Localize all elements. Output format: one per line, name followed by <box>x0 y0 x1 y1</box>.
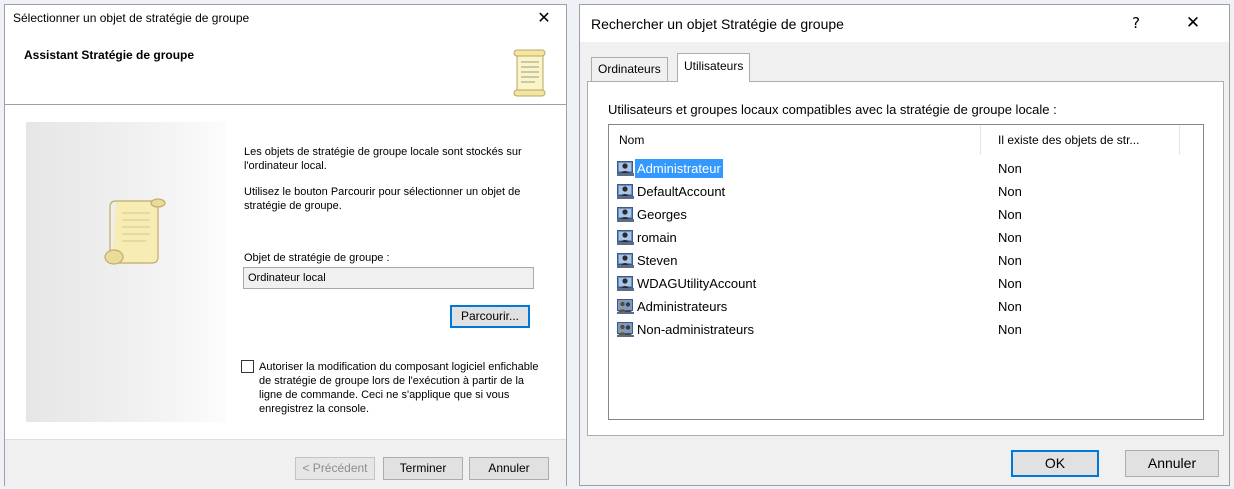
wizard-body: Les objets de stratégie de groupe locale… <box>5 105 566 439</box>
browse-button[interactable]: Parcourir... <box>450 305 530 328</box>
ok-button[interactable]: OK <box>1011 450 1099 477</box>
group-icon <box>617 298 634 314</box>
wizard-header-title: Assistant Stratégie de groupe <box>24 48 195 62</box>
info-text-storage: Les objets de stratégie de groupe locale… <box>244 146 522 172</box>
list-item[interactable]: romain Non <box>609 226 1203 249</box>
list-item-gpo-exists: Non <box>998 184 1022 199</box>
user-icon <box>617 183 634 199</box>
tab-utilisateurs[interactable]: Utilisateurs <box>677 53 751 82</box>
gpo-label: Objet de stratégie de groupe : <box>244 252 390 264</box>
allow-edit-checkbox[interactable] <box>241 360 254 373</box>
search-gpo-dialog: Rechercher un objet Stratégie de groupe … <box>579 4 1230 486</box>
info-text-browse: Utilisez le bouton Parcourir pour sélect… <box>244 186 521 212</box>
list-item-name: Administrateur <box>635 159 723 178</box>
allow-edit-checkbox-label: Autoriser la modification du composant l… <box>259 361 539 415</box>
column-header-gpo-exists[interactable]: Il existe des objets de str... <box>982 125 1180 155</box>
tab-ordinateurs[interactable]: Ordinateurs <box>591 57 668 81</box>
wizard-side-panel <box>26 122 226 422</box>
list-item[interactable]: WDAGUtilityAccount Non <box>609 272 1203 295</box>
list-item-gpo-exists: Non <box>998 161 1022 176</box>
title-bar: Sélectionner un objet de stratégie de gr… <box>5 5 566 32</box>
list-item-name: DefaultAccount <box>637 184 726 199</box>
list-item[interactable]: Administrateur Non <box>609 157 1203 180</box>
group-icon <box>617 321 634 337</box>
previous-button[interactable]: < Précédent <box>295 457 375 480</box>
list-item-name: romain <box>637 230 677 245</box>
title-bar: Rechercher un objet Stratégie de groupe … <box>580 5 1229 42</box>
dialog-title: Rechercher un objet Stratégie de groupe <box>591 16 844 32</box>
user-icon <box>617 160 634 176</box>
list-item[interactable]: Non-administrateurs Non <box>609 318 1203 341</box>
list-item[interactable]: Administrateurs Non <box>609 295 1203 318</box>
wizard-header: Assistant Stratégie de groupe <box>5 32 566 105</box>
list-item-gpo-exists: Non <box>998 276 1022 291</box>
list-item-gpo-exists: Non <box>998 253 1022 268</box>
list-item[interactable]: DefaultAccount Non <box>609 180 1203 203</box>
finish-button[interactable]: Terminer <box>383 457 463 480</box>
dialog-title: Sélectionner un objet de stratégie de gr… <box>13 11 250 25</box>
list-item-gpo-exists: Non <box>998 322 1022 337</box>
gpo-field: Ordinateur local <box>243 267 534 289</box>
help-icon[interactable]: ? <box>1125 12 1147 34</box>
wizard-footer: < Précédent Terminer Annuler <box>5 439 566 488</box>
close-icon[interactable]: ✕ <box>1180 11 1206 35</box>
list-item-name: WDAGUtilityAccount <box>637 276 757 291</box>
column-header-name[interactable]: Nom <box>609 125 981 155</box>
list-item-gpo-exists: Non <box>998 207 1022 222</box>
user-icon <box>617 275 634 291</box>
users-list[interactable]: Nom Il existe des objets de str... Admin… <box>608 124 1204 420</box>
list-item-name: Steven <box>637 253 678 268</box>
scroll-icon <box>513 49 546 97</box>
close-icon[interactable]: ✕ <box>533 8 555 28</box>
user-icon <box>617 229 634 245</box>
cancel-button[interactable]: Annuler <box>1125 450 1219 477</box>
list-caption: Utilisateurs et groupes locaux compatibl… <box>608 102 1057 117</box>
user-icon <box>617 252 634 268</box>
scroll-icon <box>104 198 166 265</box>
tab-panel-utilisateurs: Utilisateurs et groupes locaux compatibl… <box>587 81 1224 436</box>
select-gpo-dialog: Sélectionner un objet de stratégie de gr… <box>4 4 567 488</box>
list-item[interactable]: Steven Non <box>609 249 1203 272</box>
list-item-name: Administrateurs <box>637 299 728 314</box>
list-item-name: Non-administrateurs <box>637 322 755 337</box>
user-icon <box>617 206 634 222</box>
list-item-gpo-exists: Non <box>998 230 1022 245</box>
list-item-name: Georges <box>637 207 687 222</box>
list-item-gpo-exists: Non <box>998 299 1022 314</box>
cancel-button[interactable]: Annuler <box>469 457 549 480</box>
list-item[interactable]: Georges Non <box>609 203 1203 226</box>
